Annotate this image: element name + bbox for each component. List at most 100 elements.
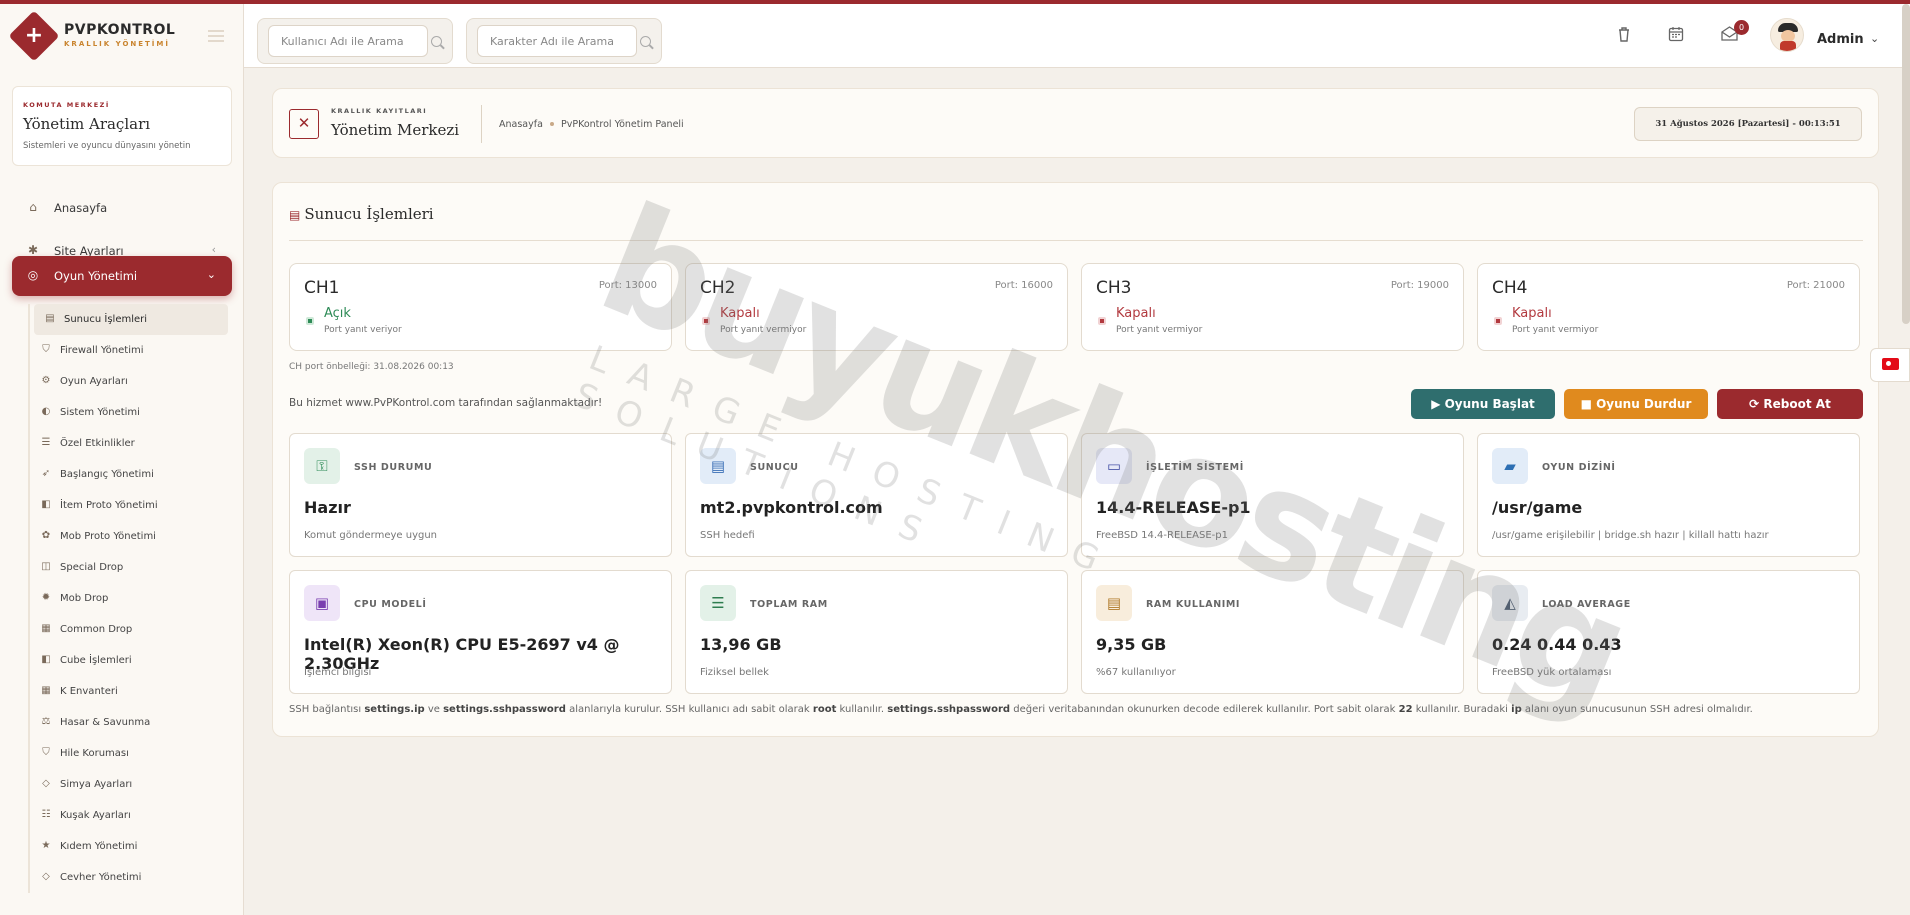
channel-card-ch3: CH3 Port: 19000 Kapalı Port yanıt vermiy… <box>1081 263 1464 351</box>
submenu-item-item-proto[interactable]: ◧ İtem Proto Yönetimi <box>30 490 232 521</box>
info-value: 13,96 GB <box>700 635 782 654</box>
submenu-item-oyun-ayarlari[interactable]: ⚙ Oyun Ayarları <box>30 366 232 397</box>
submenu-item-mob-proto[interactable]: ✿ Mob Proto Yönetimi <box>30 521 232 552</box>
balance-icon: ⚖ <box>41 716 51 727</box>
scrollbar[interactable] <box>1902 4 1910 324</box>
language-selector[interactable] <box>1870 348 1910 382</box>
info-sub: Fiziksel bellek <box>700 667 769 678</box>
info-sub: SSH hedefi <box>700 530 755 541</box>
diamond-icon: ◇ <box>42 778 50 789</box>
sidebar-title: Yönetim Araçları <box>23 115 151 133</box>
submenu-item-firewall[interactable]: ⛉ Firewall Yönetimi <box>30 335 232 366</box>
info-label: TOPLAM RAM <box>750 599 828 610</box>
sidebar: KOMUTA MERKEZİ Yönetim Araçları Sistemle… <box>0 68 244 915</box>
rocket-icon: ➶ <box>41 468 51 479</box>
breadcrumb-home[interactable]: Anasayfa <box>499 119 543 130</box>
plus-icon: + <box>24 23 44 48</box>
submenu-item-mob-drop[interactable]: ✹ Mob Drop <box>30 583 232 614</box>
search-icon[interactable] <box>640 36 651 47</box>
submenu-item-cevher[interactable]: ◇ Cevher Yönetimi <box>30 862 232 893</box>
page-header-card: ✕ KRALLIK KAYITLARI Yönetim Merkezi Anas… <box>272 88 1879 158</box>
gift-icon: ◫ <box>41 561 51 572</box>
info-card-cpu: ▣ CPU MODELİ Intel(R) Xeon(R) CPU E5-269… <box>289 570 672 694</box>
info-label: İŞLETİM SİSTEMİ <box>1146 462 1244 473</box>
notification-badge: 0 <box>1734 20 1749 35</box>
channel-status: Açık <box>324 306 351 321</box>
submenu-item-kusak[interactable]: ☷ Kuşak Ayarları <box>30 800 232 831</box>
info-card-total-ram: ☰ TOPLAM RAM 13,96 GB Fiziksel bellek <box>685 570 1068 694</box>
info-value: Hazır <box>304 498 351 517</box>
area-chart-icon: ◭ <box>1492 585 1528 621</box>
submenu-item-etkinlikler[interactable]: ☰ Özel Etkinlikler <box>30 428 232 459</box>
cube-icon: ◧ <box>41 654 51 665</box>
info-card-ssh: ⚿ SSH DURUMU Hazır Komut göndermeye uygu… <box>289 433 672 557</box>
cpu-icon: ▣ <box>304 585 340 621</box>
submenu-item-simya[interactable]: ◇ Simya Ayarları <box>30 769 232 800</box>
cube-icon: ◧ <box>41 499 51 510</box>
submenu-item-baslangic[interactable]: ➶ Başlangıç Yönetimi <box>30 459 232 490</box>
server-operations-card: ▤ Sunucu İşlemleri CH1 Port: 13000 Açık P… <box>272 182 1879 737</box>
page-title: Yönetim Merkezi <box>331 121 460 139</box>
brand[interactable]: + PVPKONTROL KRALLIK YÖNETİMİ <box>0 4 244 68</box>
sidebar-item-oyun-yonetimi[interactable]: ◎ Oyun Yönetimi ⌄ <box>12 256 232 296</box>
sidebar-item-anasayfa[interactable]: ⌂ Anasayfa <box>12 188 232 228</box>
info-sub: %67 kullanılıyor <box>1096 667 1176 678</box>
diamond-icon: ◇ <box>42 871 50 882</box>
calendar-icon[interactable] <box>1666 26 1686 46</box>
user-search-input[interactable] <box>268 25 428 57</box>
server-icon: ▤ <box>289 208 301 222</box>
brand-title: PVPKONTROL <box>64 22 176 38</box>
info-label: SSH DURUMU <box>354 462 433 473</box>
page-kicker: KRALLIK KAYITLARI <box>331 107 428 115</box>
info-label: LOAD AVERAGE <box>1542 599 1631 610</box>
avatar[interactable] <box>1770 18 1804 52</box>
start-game-button[interactable]: ▶ Oyunu Başlat <box>1411 389 1555 419</box>
memory-icon: ▤ <box>1096 585 1132 621</box>
submenu-item-cube[interactable]: ◧ Cube İşlemleri <box>30 645 232 676</box>
brand-logo: + <box>8 10 60 62</box>
sidebar-header-card: KOMUTA MERKEZİ Yönetim Araçları Sistemle… <box>12 86 232 166</box>
folder-icon: ▰ <box>1492 448 1528 484</box>
submenu-item-special-drop[interactable]: ◫ Special Drop <box>30 552 232 583</box>
submenu-item-hasar-savunma[interactable]: ⚖ Hasar & Savunma <box>30 707 232 738</box>
reboot-button[interactable]: ⟳ Reboot At <box>1717 389 1863 419</box>
port-cache-note: CH port önbelleği: 31.08.2026 00:13 <box>289 362 454 372</box>
service-note: Bu hizmet www.PvPKontrol.com tarafından … <box>289 397 603 409</box>
character-search-input[interactable] <box>477 25 637 57</box>
menu-toggle-icon[interactable] <box>208 30 224 42</box>
trash-icon[interactable] <box>1614 26 1634 46</box>
submenu-item-k-envanteri[interactable]: ▦ K Envanteri <box>30 676 232 707</box>
shield-icon: ⛉ <box>42 344 50 355</box>
submenu-item-hile-korumasi[interactable]: ⛉ Hile Koruması <box>30 738 232 769</box>
info-card-sunucu: ▤ SUNUCU mt2.pvpkontrol.com SSH hedefi <box>685 433 1068 557</box>
sidebar-item-label: Oyun Yönetimi <box>54 269 138 283</box>
info-card-load-average: ◭ LOAD AVERAGE 0.24 0.44 0.43 FreeBSD yü… <box>1477 570 1860 694</box>
sidebar-submenu: ▤ Sunucu İşlemleri ⛉ Firewall Yönetimi ⚙ Oy… <box>28 304 232 893</box>
gear-icon: ✱ <box>27 243 39 257</box>
submenu-item-sistem[interactable]: ◐ Sistem Yönetimi <box>30 397 232 428</box>
list-icon: ☰ <box>41 437 51 448</box>
info-label: SUNUCU <box>750 462 799 473</box>
info-label: OYUN DİZİNİ <box>1542 462 1616 473</box>
submenu-item-common-drop[interactable]: ▦ Common Drop <box>30 614 232 645</box>
database-icon: ☰ <box>700 585 736 621</box>
chevron-down-icon: ⌄ <box>206 268 216 281</box>
status-dot <box>1494 317 1502 325</box>
monitor-icon: ▭ <box>1096 448 1132 484</box>
bug-icon: ✹ <box>41 592 51 603</box>
channel-card-ch1: CH1 Port: 13000 Açık Port yanıt veriyor <box>289 263 672 351</box>
close-icon[interactable]: ✕ <box>289 109 319 139</box>
stop-game-button[interactable]: ■ Oyunu Durdur <box>1564 389 1708 419</box>
cogs-icon: ⚙ <box>41 375 51 386</box>
section-divider <box>289 240 1863 241</box>
submenu-item-sunucu-islemleri[interactable]: ▤ Sunucu İşlemleri <box>34 304 228 335</box>
chevron-down-icon[interactable]: ⌄ <box>1870 32 1879 45</box>
channel-name: CH2 <box>700 278 736 298</box>
brand-subtitle: KRALLIK YÖNETİMİ <box>64 40 170 48</box>
channel-note: Port yanıt veriyor <box>324 325 402 335</box>
admin-name[interactable]: Admin <box>1817 32 1864 47</box>
status-dot <box>1098 317 1106 325</box>
gamepad-icon: ◎ <box>27 268 39 282</box>
submenu-item-kidem[interactable]: ★ Kıdem Yönetimi <box>30 831 232 862</box>
search-icon[interactable] <box>431 36 442 47</box>
